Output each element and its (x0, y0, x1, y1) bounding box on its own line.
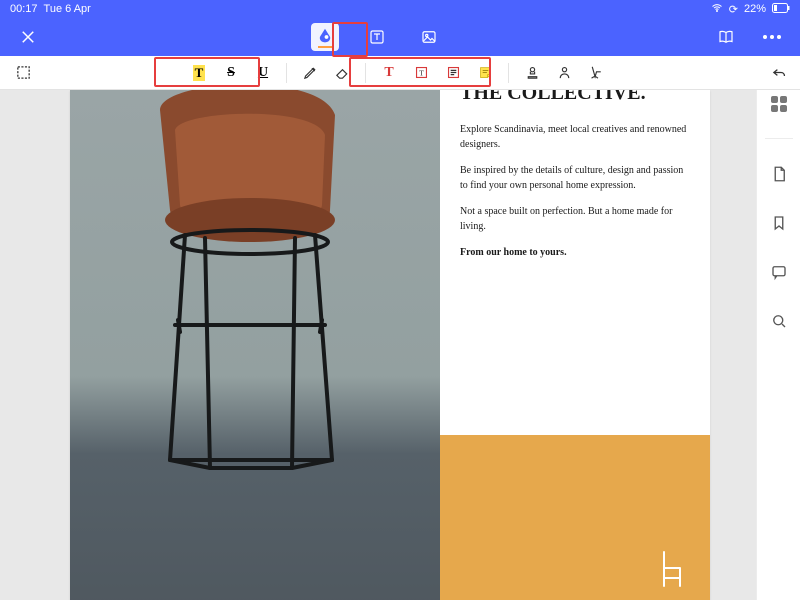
text-box-tool[interactable]: T (408, 60, 434, 86)
text-annotation-tool[interactable]: T (376, 60, 402, 86)
page-p3: Not a space built on perfection. But a h… (460, 205, 690, 234)
tab-marker[interactable] (311, 23, 339, 51)
tab-text[interactable] (363, 23, 391, 51)
right-rail (756, 90, 800, 600)
crop-tool[interactable] (10, 60, 36, 86)
status-bar: 00:17 Tue 6 Apr ⟳ 22% (0, 0, 800, 18)
tool-row: T S U T T (0, 56, 800, 90)
signature-tool[interactable] (583, 60, 609, 86)
battery-icon (772, 3, 790, 16)
page-p1: Explore Scandinavia, meet local creative… (460, 123, 690, 152)
thumbnails-button[interactable] (771, 96, 787, 112)
strikethrough-tool[interactable]: S (218, 60, 244, 86)
comments-button[interactable] (770, 263, 788, 286)
underline-tool[interactable]: U (250, 60, 276, 86)
svg-text:T: T (419, 68, 424, 77)
person-tool[interactable] (551, 60, 577, 86)
more-button[interactable] (758, 23, 786, 51)
tab-image[interactable] (415, 23, 443, 51)
eraser-tool[interactable] (329, 60, 355, 86)
chair-glyph-icon (656, 550, 688, 588)
accent-block (440, 435, 710, 600)
highlight-tool[interactable]: T (186, 60, 212, 86)
status-time: 00:17 (10, 3, 38, 15)
page-heading: THE COLLECTIVE. (460, 90, 690, 105)
book-button[interactable] (712, 23, 740, 51)
pen-tool[interactable] (297, 60, 323, 86)
page-image-area (70, 90, 440, 600)
sticky-note-tool[interactable] (472, 60, 498, 86)
page-p2: Be inspired by the details of culture, d… (460, 164, 690, 193)
wifi-icon (711, 2, 723, 17)
main-area: THE COLLECTIVE. Explore Scandinavia, mee… (0, 90, 800, 600)
page-p4: From our home to yours. (460, 246, 690, 261)
bookmark-button[interactable] (770, 214, 788, 237)
note-tool[interactable] (440, 60, 466, 86)
status-battery: 22% (744, 3, 766, 15)
undo-button[interactable] (766, 60, 792, 86)
search-button[interactable] (770, 312, 788, 335)
document-page: THE COLLECTIVE. Explore Scandinavia, mee… (70, 90, 710, 600)
marker-underline (318, 46, 332, 48)
status-date: Tue 6 Apr (44, 3, 91, 15)
close-button[interactable] (14, 23, 42, 51)
document-outline-button[interactable] (770, 165, 788, 188)
stamp-tool[interactable] (519, 60, 545, 86)
top-nav (0, 18, 800, 56)
chair-illustration (120, 90, 380, 490)
orientation-lock-icon: ⟳ (729, 3, 738, 16)
document-viewport[interactable]: THE COLLECTIVE. Explore Scandinavia, mee… (0, 90, 756, 600)
